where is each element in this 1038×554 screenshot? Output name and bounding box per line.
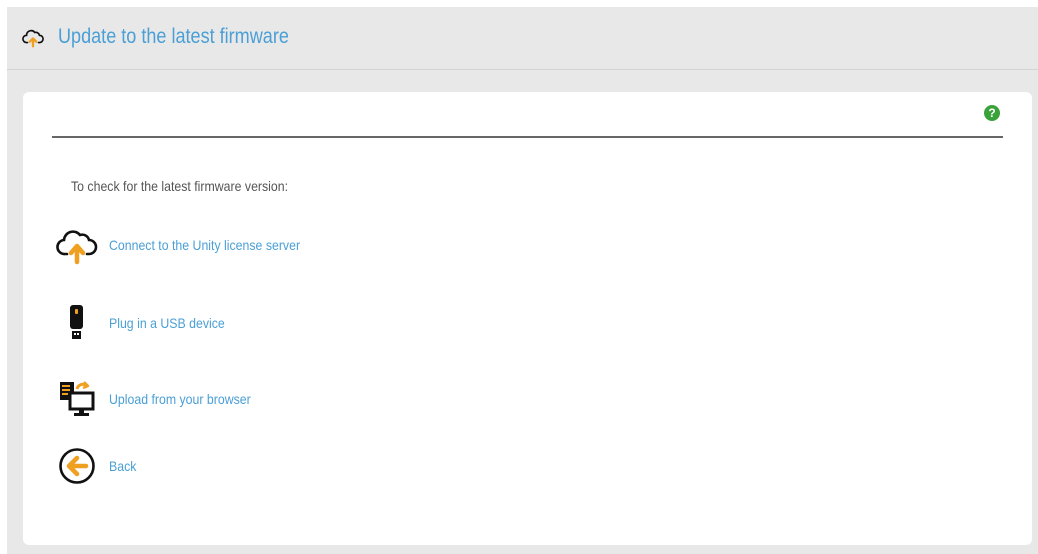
upload-browser-option[interactable]: Upload from your browser — [55, 377, 270, 421]
cloud-upload-icon — [22, 29, 44, 48]
usb-device-option[interactable]: Plug in a USB device — [55, 301, 241, 345]
back-arrow-icon — [55, 444, 99, 488]
page-frame: Update to the latest firmware ? To check… — [7, 7, 1038, 554]
upload-browser-link[interactable]: Upload from your browser — [109, 391, 251, 407]
section-divider — [52, 136, 1003, 138]
intro-text: To check for the latest firmware version… — [71, 178, 289, 194]
connect-license-server-link[interactable]: Connect to the Unity license server — [109, 237, 300, 253]
back-link[interactable]: Back — [109, 458, 136, 474]
page-title: Update to the latest firmware — [58, 25, 289, 48]
usb-drive-icon — [55, 301, 99, 345]
usb-device-link[interactable]: Plug in a USB device — [109, 315, 225, 331]
upload-from-computer-icon — [55, 377, 99, 421]
connect-license-server-option[interactable]: Connect to the Unity license server — [55, 223, 326, 267]
page-header: Update to the latest firmware — [7, 7, 1038, 70]
content-card: ? To check for the latest firmware versi… — [23, 92, 1032, 545]
help-icon[interactable]: ? — [984, 105, 1000, 121]
back-option[interactable]: Back — [55, 444, 140, 488]
cloud-upload-icon — [55, 223, 99, 267]
